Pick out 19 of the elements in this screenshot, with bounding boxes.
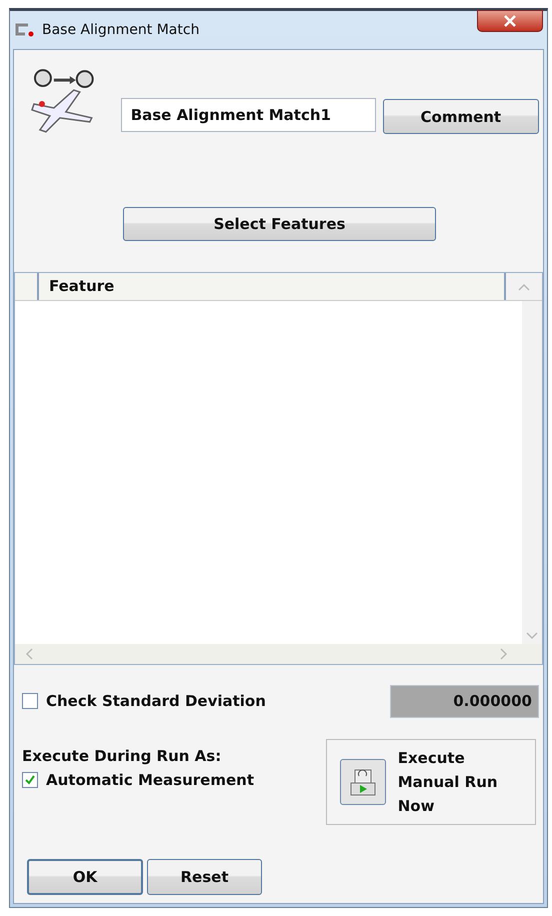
checkbox[interactable] — [22, 693, 38, 709]
close-button[interactable] — [477, 10, 543, 32]
ok-button[interactable]: OK — [27, 859, 143, 895]
name-field[interactable]: Base Alignment Match1 — [120, 98, 376, 132]
app-icon — [14, 23, 36, 37]
check-standard-deviation-label: Check Standard Deviation — [46, 692, 266, 710]
reset-button[interactable]: Reset — [147, 859, 262, 895]
select-features-button[interactable]: Select Features — [123, 207, 436, 241]
standard-deviation-field[interactable]: 0.000000 — [390, 684, 539, 718]
column-header[interactable]: Feature — [39, 273, 124, 300]
checkbox[interactable] — [22, 772, 38, 788]
execute-during-run-label: Execute During Run As: — [22, 747, 222, 765]
execute-manual-run-label: Execute Manual Run Now — [398, 748, 499, 817]
automatic-measurement-label: Automatic Measurement — [46, 771, 254, 789]
close-icon — [503, 15, 517, 27]
window-title: Base Alignment Match — [42, 22, 200, 38]
run-button[interactable] — [340, 759, 386, 805]
clipboard-play-icon — [348, 767, 377, 797]
comment-button[interactable]: Comment — [382, 99, 539, 134]
